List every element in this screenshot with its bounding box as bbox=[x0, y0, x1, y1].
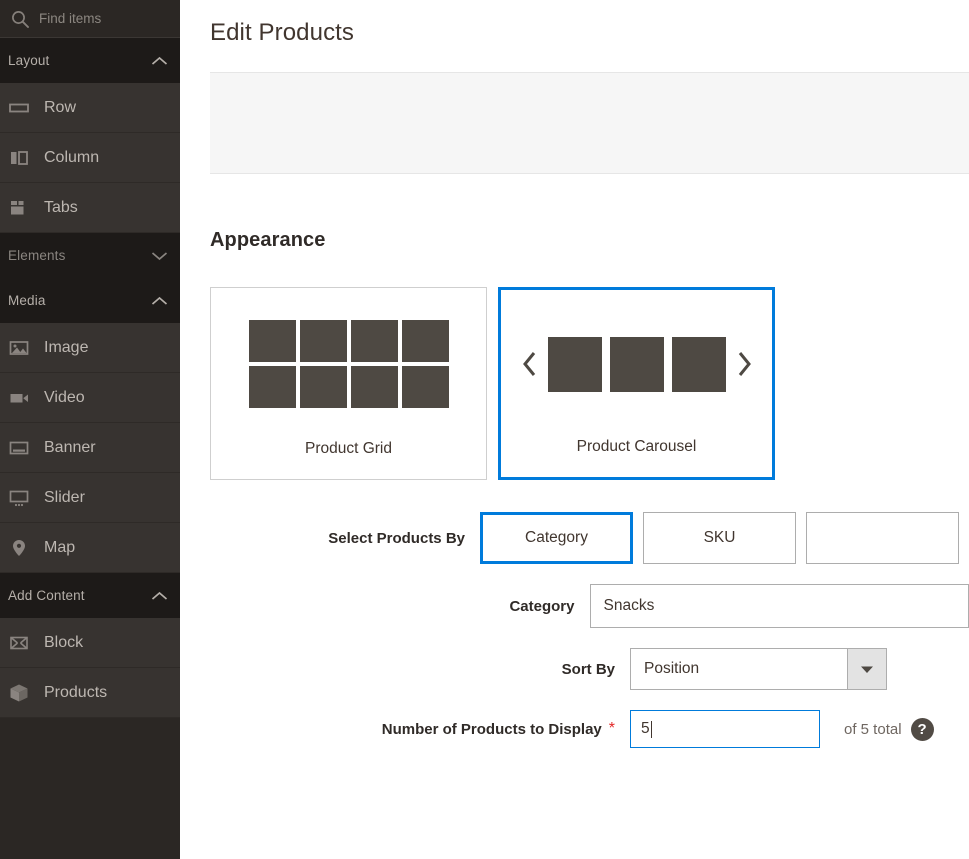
sidebar-item-row[interactable]: Row bbox=[0, 83, 180, 133]
page-title: Edit Products bbox=[210, 19, 355, 46]
grid-thumb bbox=[401, 366, 449, 408]
sidebar-item-label: Products bbox=[44, 683, 108, 701]
select-by-category-button[interactable]: Category bbox=[480, 512, 633, 564]
banner-icon bbox=[8, 437, 30, 459]
sidebar-item-products[interactable]: Products bbox=[0, 668, 180, 718]
grid-thumb bbox=[248, 366, 296, 408]
sidebar-section-label-add-content: Add Content bbox=[8, 588, 85, 603]
carousel-thumb bbox=[671, 336, 726, 392]
carousel-thumb bbox=[609, 336, 664, 392]
sidebar-section-header-add-content[interactable]: Add Content bbox=[0, 573, 180, 618]
sidebar-item-label: Slider bbox=[44, 488, 85, 506]
text-caret bbox=[650, 720, 652, 738]
column-icon bbox=[8, 147, 30, 169]
sort-by-select[interactable]: Position bbox=[630, 648, 887, 690]
product-grid-art bbox=[211, 288, 486, 440]
label-select-products-by: Select Products By bbox=[328, 529, 465, 547]
row-icon bbox=[8, 97, 30, 119]
label-number-of-products: Number of Products to Display * bbox=[210, 720, 630, 738]
sidebar-item-label: Row bbox=[44, 98, 77, 116]
form-row-sort-by: Sort By Position bbox=[210, 648, 969, 690]
sidebar-item-column[interactable]: Column bbox=[0, 133, 180, 183]
grid-thumb bbox=[299, 366, 347, 408]
grid-thumb bbox=[248, 320, 296, 362]
sidebar-section-label-layout: Layout bbox=[8, 53, 50, 68]
sidebar-item-banner[interactable]: Banner bbox=[0, 423, 180, 473]
sidebar-item-label: Column bbox=[44, 148, 100, 166]
category-input-value: Snacks bbox=[603, 597, 655, 614]
products-form: Select Products By Category SKU Category… bbox=[210, 512, 969, 748]
slider-icon bbox=[8, 487, 30, 509]
sidebar: Layout Row Column bbox=[0, 0, 180, 859]
appearance-option-product-carousel[interactable]: Product Carousel bbox=[498, 287, 775, 480]
sidebar-section-header-elements[interactable]: Elements bbox=[0, 233, 180, 278]
sort-by-selected-value: Position bbox=[630, 648, 847, 690]
map-pin-icon bbox=[8, 537, 30, 559]
required-asterisk: * bbox=[608, 720, 615, 737]
carousel-thumb bbox=[547, 336, 602, 392]
chevron-up-icon bbox=[151, 296, 168, 306]
number-of-products-value: 5 bbox=[641, 720, 650, 737]
appearance-option-product-grid[interactable]: Product Grid bbox=[210, 287, 487, 480]
sidebar-item-map[interactable]: Map bbox=[0, 523, 180, 573]
appearance-option-label: Product Carousel bbox=[576, 438, 697, 455]
sidebar-empty-area bbox=[0, 718, 180, 859]
sidebar-item-image[interactable]: Image bbox=[0, 323, 180, 373]
sidebar-item-label: Block bbox=[44, 633, 84, 651]
products-box-icon bbox=[8, 682, 30, 704]
label-category: Category bbox=[509, 597, 575, 615]
image-icon bbox=[8, 337, 30, 359]
number-of-products-input[interactable]: 5 bbox=[630, 710, 820, 748]
sidebar-section-header-layout[interactable]: Layout bbox=[0, 38, 180, 83]
sidebar-item-tabs[interactable]: Tabs bbox=[0, 183, 180, 233]
search-input[interactable] bbox=[39, 11, 169, 26]
sidebar-search-row[interactable] bbox=[0, 0, 180, 38]
form-row-select-products-by: Select Products By Category SKU bbox=[210, 512, 969, 564]
select-by-third-button[interactable] bbox=[806, 512, 959, 564]
chevron-up-icon bbox=[151, 591, 168, 601]
label-sort-by: Sort By bbox=[561, 660, 615, 678]
help-icon[interactable]: ? bbox=[910, 717, 934, 741]
sidebar-section-label-elements: Elements bbox=[8, 248, 66, 263]
form-row-number-of-products: Number of Products to Display * 5 of 5 t… bbox=[210, 710, 969, 748]
sidebar-item-label: Image bbox=[44, 338, 89, 356]
top-placeholder-panel bbox=[210, 72, 969, 174]
number-of-products-note: of 5 total ? bbox=[844, 717, 934, 741]
sidebar-item-video[interactable]: Video bbox=[0, 373, 180, 423]
sidebar-section-header-media[interactable]: Media bbox=[0, 278, 180, 323]
sidebar-item-label: Banner bbox=[44, 438, 96, 456]
carousel-prev-arrow-icon bbox=[520, 349, 540, 379]
carousel-next-arrow-icon bbox=[734, 349, 754, 379]
select-by-sku-button[interactable]: SKU bbox=[643, 512, 796, 564]
chevron-down-icon[interactable] bbox=[847, 648, 887, 690]
grid-thumb bbox=[350, 366, 398, 408]
category-input[interactable]: Snacks bbox=[589, 584, 969, 628]
search-icon bbox=[10, 9, 30, 29]
total-count-text: of 5 total bbox=[844, 720, 902, 738]
sidebar-section-label-media: Media bbox=[8, 293, 46, 308]
select-products-by-button-group: Category SKU bbox=[480, 512, 969, 564]
block-icon bbox=[8, 632, 30, 654]
appearance-section-title: Appearance bbox=[210, 229, 326, 251]
appearance-options: Product Grid Product Carousel bbox=[210, 287, 969, 480]
video-icon bbox=[8, 387, 30, 409]
sidebar-item-block[interactable]: Block bbox=[0, 618, 180, 668]
product-carousel-art bbox=[501, 290, 772, 438]
sidebar-item-label: Tabs bbox=[44, 198, 78, 216]
grid-thumb bbox=[401, 320, 449, 362]
tabs-icon bbox=[8, 197, 30, 219]
grid-thumb bbox=[299, 320, 347, 362]
chevron-up-icon bbox=[151, 56, 168, 66]
sidebar-item-label: Video bbox=[44, 388, 85, 406]
grid-thumb bbox=[350, 320, 398, 362]
sidebar-item-label: Map bbox=[44, 538, 76, 556]
main-content: Edit Products Appearance Product Grid Pr… bbox=[180, 0, 969, 859]
page-root: Layout Row Column bbox=[0, 0, 969, 859]
chevron-down-icon bbox=[151, 251, 168, 261]
form-row-category: Category Snacks bbox=[210, 584, 969, 628]
label-number-of-products-text: Number of Products to Display bbox=[381, 720, 602, 738]
appearance-option-label: Product Grid bbox=[304, 440, 392, 457]
sidebar-item-slider[interactable]: Slider bbox=[0, 473, 180, 523]
